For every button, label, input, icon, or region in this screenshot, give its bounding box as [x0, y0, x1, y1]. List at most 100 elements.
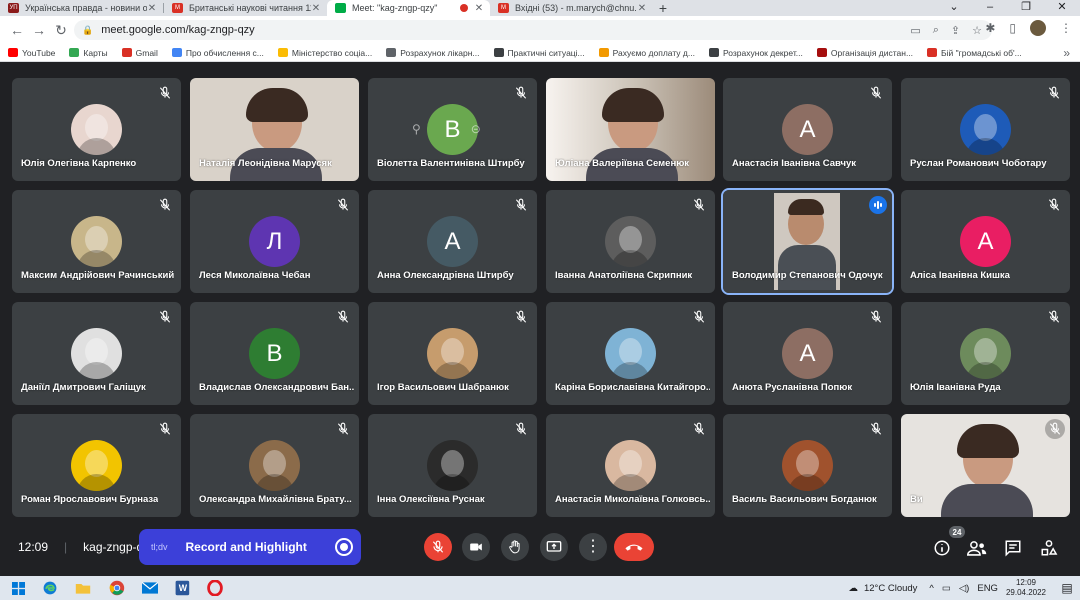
- bookmark-item[interactable]: Бій "громадські об'...: [927, 48, 1022, 58]
- close-tab-icon[interactable]: ✕: [311, 3, 321, 14]
- browser-tab[interactable]: M Вхідні (53) - m.marych@chnu.ed ✕: [490, 0, 653, 16]
- bookmark-item[interactable]: Розрахунок декрет...: [708, 48, 803, 58]
- camera-icon: [470, 543, 482, 551]
- side-panel-icon[interactable]: ▯: [1009, 21, 1016, 35]
- microphone-toggle[interactable]: [424, 533, 452, 561]
- reload-icon[interactable]: ↻: [50, 22, 72, 39]
- leave-call-button[interactable]: [614, 533, 654, 561]
- mute-participant-icon[interactable]: ⊝: [471, 122, 481, 136]
- participant-tile[interactable]: Л Леся Миколаївна Чебан: [190, 190, 359, 293]
- avatar: [782, 440, 833, 491]
- participant-tile[interactable]: Олександра Михайлівна Брату...: [190, 414, 359, 517]
- close-window-button[interactable]: ✕: [1044, 0, 1080, 16]
- tab-favicon-icon: УП: [8, 3, 19, 13]
- back-icon[interactable]: ←: [6, 22, 28, 38]
- taskbar-clock[interactable]: 12:09 29.04.2022: [1006, 578, 1046, 598]
- network-icon[interactable]: ▭: [942, 583, 951, 594]
- participant-tile[interactable]: Руслан Романович Чоботару: [901, 78, 1070, 181]
- close-tab-icon[interactable]: ✕: [637, 3, 647, 14]
- bookmark-star-icon[interactable]: ☆: [972, 24, 982, 37]
- people-button[interactable]: [966, 537, 988, 559]
- participant-tile[interactable]: А Анастасія Іванівна Савчук: [723, 78, 892, 181]
- participant-name: Юлія Іванівна Руда: [910, 382, 1001, 393]
- participant-tile[interactable]: Даніїл Дмитрович Галіщук: [12, 302, 181, 405]
- close-tab-icon[interactable]: ✕: [147, 3, 157, 14]
- participant-tile[interactable]: В Владислав Олександрович Бан...: [190, 302, 359, 405]
- avatar: [605, 328, 656, 379]
- tab-title: Meet: "kag-zngp-qzy": [352, 3, 438, 13]
- browser-tab[interactable]: УП Українська правда - новини он ✕: [0, 0, 163, 16]
- activities-button[interactable]: [1038, 537, 1060, 559]
- participant-tile[interactable]: Анастасія Миколаївна Голковсь...: [546, 414, 715, 517]
- record-icon: [335, 538, 353, 556]
- bookmark-item[interactable]: Рахуємо доплату д...: [598, 48, 695, 58]
- windows-taskbar: W ☁ 12°C Cloudy ^ ▭ ◁) ENG 12:09 29.04.2…: [0, 576, 1080, 600]
- participant-tile[interactable]: Роман Ярославович Бурназа: [12, 414, 181, 517]
- maximize-button[interactable]: ❐: [1008, 0, 1044, 16]
- participant-name: Василь Васильович Богданюк: [732, 494, 877, 505]
- participant-tile[interactable]: Юлія Іванівна Руда: [901, 302, 1070, 405]
- raise-hand-button[interactable]: [501, 533, 529, 561]
- bookmark-item[interactable]: YouTube: [8, 48, 55, 58]
- chat-button[interactable]: [1002, 537, 1024, 559]
- bookmarks-overflow-icon[interactable]: »: [1063, 46, 1070, 60]
- more-options-button[interactable]: ⋮: [579, 533, 607, 561]
- participant-tile[interactable]: В ⚲ ⊝ Віолетта Валентинівна Штирбу: [368, 78, 537, 181]
- bookmark-item[interactable]: Організація дистан...: [816, 48, 913, 58]
- bookmark-item[interactable]: Практичні ситуаці...: [493, 48, 585, 58]
- notification-icon[interactable]: ▤: [1054, 581, 1080, 595]
- bookmark-item[interactable]: Gmail: [121, 48, 158, 58]
- participant-tile[interactable]: Юліана Валеріївна Семенюк: [546, 78, 715, 181]
- tab-favicon-icon: [335, 3, 346, 13]
- meeting-details-button[interactable]: [931, 537, 953, 559]
- bookmark-item[interactable]: Міністерство соціа...: [277, 48, 372, 58]
- chrome-icon[interactable]: [109, 580, 125, 596]
- opera-icon[interactable]: [207, 580, 223, 596]
- camera-toggle[interactable]: [462, 533, 490, 561]
- minimize-button[interactable]: –: [972, 0, 1008, 16]
- volume-icon[interactable]: ◁): [959, 583, 969, 594]
- zoom-icon[interactable]: ⌕: [933, 24, 939, 37]
- forward-icon[interactable]: →: [28, 22, 50, 38]
- address-bar[interactable]: 🔒 meet.google.com/kag-zngp-qzy ▭ ⌕ ⇪ ☆: [74, 20, 992, 40]
- present-screen-button[interactable]: [540, 533, 568, 561]
- tab-search-icon[interactable]: ⌄: [936, 0, 972, 16]
- participant-tile[interactable]: Інна Олексіївна Руснак: [368, 414, 537, 517]
- share-icon[interactable]: ⇪: [951, 24, 960, 37]
- edge-icon[interactable]: [42, 580, 58, 596]
- weather-text[interactable]: 12°C Cloudy: [864, 583, 917, 594]
- browser-tab[interactable]: M Британські наукові читання 11 ✕: [164, 0, 327, 16]
- bookmark-item[interactable]: Карты: [69, 48, 108, 58]
- bookmark-item[interactable]: Розрахунок лікарн...: [386, 48, 480, 58]
- windows-start-icon[interactable]: [10, 580, 26, 596]
- avatar[interactable]: [1030, 20, 1046, 36]
- browser-tab[interactable]: Meet: "kag-zngp-qzy" ✕: [327, 0, 490, 16]
- file-explorer-icon[interactable]: [75, 580, 91, 596]
- participant-tile[interactable]: Ігор Васильович Шабранюк: [368, 302, 537, 405]
- extensions-icon[interactable]: ✱: [985, 21, 995, 35]
- pin-icon[interactable]: ⚲: [412, 122, 421, 136]
- tldv-label: tl;dv: [151, 542, 168, 552]
- tray-overflow-icon[interactable]: ^: [929, 583, 933, 594]
- menu-icon[interactable]: ⋮: [1060, 21, 1072, 35]
- participant-tile[interactable]: Ви: [901, 414, 1070, 517]
- participant-tile[interactable]: Каріна Бориславівна Китайгоро...: [546, 302, 715, 405]
- word-icon[interactable]: W: [174, 580, 190, 596]
- participant-tile[interactable]: Василь Васильович Богданюк: [723, 414, 892, 517]
- install-app-icon[interactable]: ▭: [910, 24, 920, 37]
- close-tab-icon[interactable]: ✕: [474, 3, 484, 14]
- new-tab-button[interactable]: +: [653, 0, 673, 16]
- participant-tile[interactable]: А Аліса Іванівна Кишка: [901, 190, 1070, 293]
- record-and-highlight-button[interactable]: tl;dv Record and Highlight: [139, 529, 361, 565]
- participant-tile[interactable]: А Анюта Русланівна Попюк: [723, 302, 892, 405]
- participant-tile[interactable]: Наталія Леонідівна Марусяк: [190, 78, 359, 181]
- participant-name: Віолетта Валентинівна Штирбу: [377, 158, 525, 169]
- participant-tile[interactable]: Іванна Анатоліївна Скрипник: [546, 190, 715, 293]
- language-indicator[interactable]: ENG: [977, 583, 998, 594]
- mail-icon[interactable]: [142, 580, 158, 596]
- participant-tile[interactable]: Максим Андрійович Рачинський: [12, 190, 181, 293]
- bookmark-item[interactable]: Про обчислення с...: [171, 48, 264, 58]
- participant-tile[interactable]: Юлія Олегівна Карпенко: [12, 78, 181, 181]
- participant-tile[interactable]: Володимир Степанович Одочук: [721, 188, 894, 295]
- participant-tile[interactable]: А Анна Олександрівна Штирбу: [368, 190, 537, 293]
